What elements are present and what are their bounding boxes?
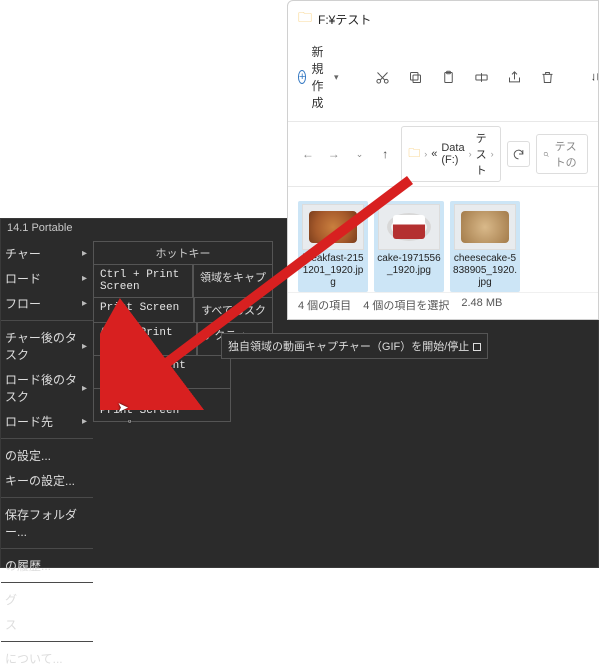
chevron-right-icon: ▸	[82, 416, 87, 427]
status-count: 4 個の項目	[298, 297, 351, 313]
menu-item[interactable]: の設定...	[1, 438, 93, 468]
status-selected: 4 個の項目を選択	[363, 297, 449, 313]
file-name: breakfast-2151201_1920.jpg	[301, 253, 365, 289]
plus-icon: +	[298, 70, 306, 84]
cursor-drag-hint: ▫	[128, 416, 131, 426]
thumbnail	[454, 204, 516, 250]
search-input[interactable]: テストの	[536, 134, 588, 174]
stop-icon	[473, 343, 481, 351]
file-item[interactable]: cake-1971556_1920.jpg	[374, 201, 444, 292]
menu-item[interactable]: キーの設定...	[1, 468, 93, 493]
explorer-toolbar: + 新規作成 ▾ 並べ	[288, 37, 598, 121]
up-button[interactable]: ↑	[375, 142, 395, 166]
folder-icon: 🗀	[408, 144, 420, 165]
delete-icon[interactable]	[540, 69, 555, 85]
chevron-down-icon: ▾	[334, 72, 339, 83]
file-item[interactable]: cheesecake-5838905_1920.jpg	[450, 201, 520, 292]
chevron-right-icon: ▸	[82, 383, 87, 394]
status-size: 2.48 MB	[461, 297, 502, 313]
address-bar[interactable]: 🗀 › « Data (F:) › テスト ›	[401, 126, 500, 182]
copy-icon[interactable]	[408, 69, 423, 85]
cursor-icon: ➤	[117, 399, 129, 416]
menu-item[interactable]: フロー▸	[1, 291, 93, 316]
chevron-right-icon: ▸	[82, 298, 87, 309]
hotkey-header: ホットキー	[93, 241, 273, 265]
forward-button[interactable]: →	[324, 142, 344, 166]
menu-item[interactable]: ロード▸	[1, 266, 93, 291]
hotkey-row[interactable]: Shift + Print Screen	[93, 356, 273, 389]
menu-item[interactable]: について...	[1, 641, 93, 671]
menu-item[interactable]: チャー▸	[1, 241, 93, 266]
file-item[interactable]: breakfast-2151201_1920.jpg	[298, 201, 368, 292]
thumbnail	[302, 204, 364, 250]
sort-button[interactable]: 並べ	[591, 60, 599, 94]
new-label: 新規作成	[311, 43, 329, 111]
hotkey-row[interactable]: Ctrl + Print Screen領域をキャプ	[93, 265, 273, 298]
hotkey-gif-desc: 独自領域の動画キャプチャー（GIF）を開始/停止	[221, 333, 488, 359]
new-button[interactable]: + 新規作成 ▾	[298, 43, 339, 111]
dark-menu-left-col: チャー▸ ロード▸ フロー▸ チャー後のタスク▸ ロード後のタスク▸ ロード先▸…	[1, 241, 93, 671]
folder-icon: 🗀	[298, 7, 312, 31]
menu-item[interactable]: ロード先▸	[1, 409, 93, 434]
share-icon[interactable]	[507, 69, 522, 85]
menu-item[interactable]: グ	[1, 582, 93, 612]
hotkey-row[interactable]: Print Screenすべてのスク	[93, 298, 273, 323]
menu-item[interactable]: ロード後のタスク▸	[1, 367, 93, 409]
paste-icon[interactable]	[441, 69, 456, 85]
menu-item[interactable]: の履歴...	[1, 548, 93, 578]
rename-icon[interactable]	[474, 69, 489, 85]
chevron-right-icon: ▸	[82, 248, 87, 259]
search-icon	[543, 149, 550, 160]
explorer-title: F:¥テスト	[318, 11, 371, 28]
file-name: cheesecake-5838905_1920.jpg	[453, 253, 517, 289]
thumbnail	[378, 204, 440, 250]
menu-item[interactable]: 保存フォルダー...	[1, 497, 93, 544]
explorer-window: 🗀 F:¥テスト + 新規作成 ▾ 並べ	[287, 0, 599, 320]
status-bar: 4 個の項目 4 個の項目を選択 2.48 MB	[288, 292, 598, 319]
dark-menu-title: 14.1 Portable	[3, 219, 72, 237]
recent-button[interactable]: ⌄	[350, 142, 370, 166]
explorer-nav: ← → ⌄ ↑ 🗀 › « Data (F:) › テスト › テストの	[288, 121, 598, 187]
chevron-right-icon: ▸	[82, 341, 87, 352]
menu-item[interactable]: チャー後のタスク▸	[1, 320, 93, 367]
explorer-titlebar: 🗀 F:¥テスト	[288, 1, 598, 37]
back-button[interactable]: ←	[298, 142, 318, 166]
menu-item[interactable]: ス	[1, 612, 93, 637]
chevron-right-icon: ▸	[82, 273, 87, 284]
hotkey-table: ホットキー Ctrl + Print Screen領域をキャプ Print Sc…	[93, 241, 273, 422]
file-name: cake-1971556_1920.jpg	[377, 253, 441, 277]
refresh-button[interactable]	[507, 141, 530, 167]
cut-icon[interactable]	[375, 69, 390, 85]
